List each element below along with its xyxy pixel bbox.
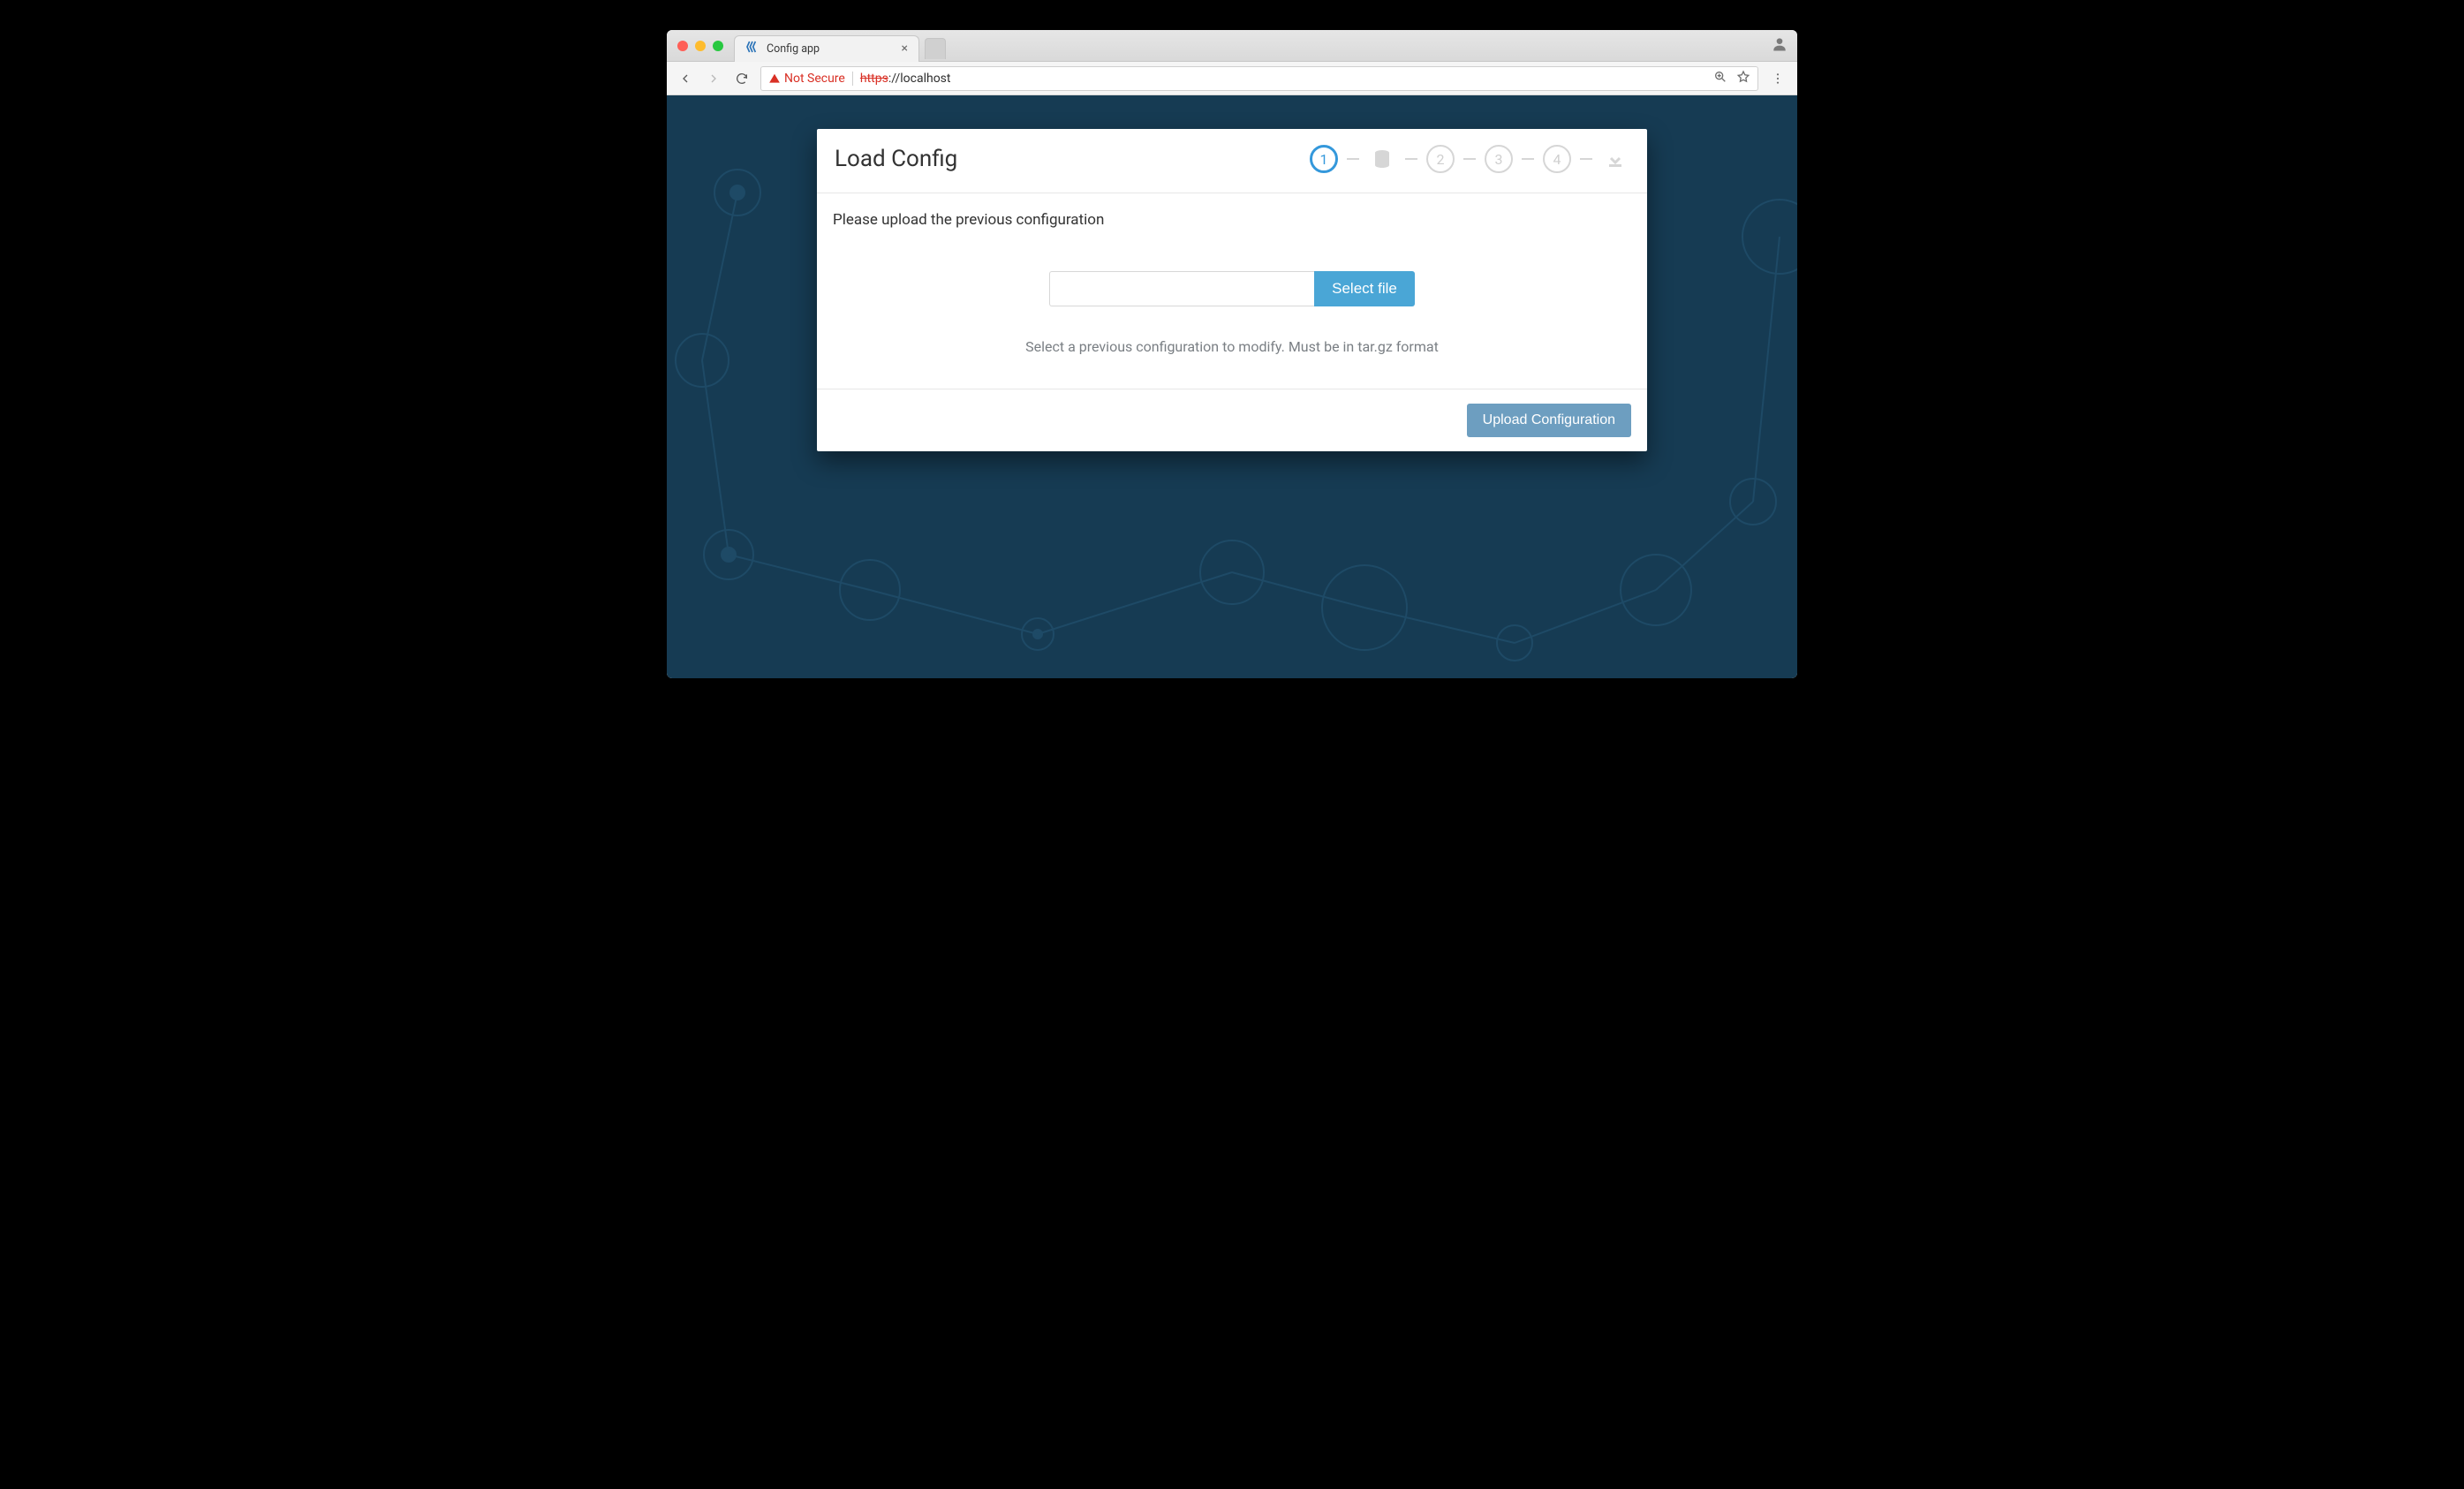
step-download-icon xyxy=(1601,145,1629,173)
zoom-icon[interactable] xyxy=(1713,70,1727,87)
not-secure-label: Not Secure xyxy=(784,72,845,86)
page-title: Load Config xyxy=(835,146,957,172)
tab-close-button[interactable]: × xyxy=(902,42,908,55)
step-4: 4 xyxy=(1543,145,1571,173)
window-controls xyxy=(667,41,734,51)
card-footer: Upload Configuration xyxy=(817,389,1647,451)
file-picker-row: Select file xyxy=(833,271,1631,306)
file-hint: Select a previous configuration to modif… xyxy=(833,338,1631,355)
profile-icon[interactable] xyxy=(1771,35,1788,57)
bookmark-icon[interactable] xyxy=(1736,70,1750,87)
browser-menu-button[interactable] xyxy=(1767,72,1788,86)
step-indicator: 1 2 3 4 xyxy=(1310,145,1629,173)
step-dash xyxy=(1405,158,1417,160)
window-close-button[interactable] xyxy=(677,41,688,51)
window-minimize-button[interactable] xyxy=(695,41,706,51)
window-maximize-button[interactable] xyxy=(713,41,723,51)
upload-configuration-button[interactable]: Upload Configuration xyxy=(1467,404,1631,437)
step-dash xyxy=(1463,158,1476,160)
url-host: ://localhost xyxy=(888,72,951,86)
instruction-text: Please upload the previous configuration xyxy=(833,211,1631,229)
address-bar[interactable]: Not Secure https://localhost xyxy=(760,66,1758,91)
card-header: Load Config 1 2 3 4 xyxy=(817,129,1647,193)
step-dash xyxy=(1580,158,1592,160)
browser-toolbar: Not Secure https://localhost xyxy=(667,62,1797,95)
card-body: Please upload the previous configuration… xyxy=(817,193,1647,389)
forward-button[interactable] xyxy=(704,69,723,88)
page-viewport: Load Config 1 2 3 4 xyxy=(667,95,1797,678)
new-tab-button[interactable] xyxy=(925,38,946,59)
step-3: 3 xyxy=(1485,145,1513,173)
tab-bar: Config app × xyxy=(667,30,1797,62)
select-file-button[interactable]: Select file xyxy=(1314,271,1415,306)
url-text: https://localhost xyxy=(860,72,951,86)
step-dash xyxy=(1522,158,1534,160)
not-secure-badge: Not Secure xyxy=(768,72,845,86)
browser-tab[interactable]: Config app × xyxy=(734,35,919,62)
back-button[interactable] xyxy=(676,69,695,88)
url-scheme: https xyxy=(860,72,888,86)
step-1: 1 xyxy=(1310,145,1338,173)
step-2: 2 xyxy=(1426,145,1455,173)
separator xyxy=(852,72,853,86)
browser-window: Config app × Not Secure https://localhos… xyxy=(667,30,1797,678)
step-database-icon xyxy=(1368,145,1396,173)
favicon-icon xyxy=(745,40,760,57)
step-dash xyxy=(1347,158,1359,160)
file-path-input[interactable] xyxy=(1049,271,1314,306)
reload-button[interactable] xyxy=(732,69,752,88)
tab-title: Config app xyxy=(767,42,820,56)
config-card: Load Config 1 2 3 4 xyxy=(817,129,1647,451)
address-actions xyxy=(1713,70,1750,87)
